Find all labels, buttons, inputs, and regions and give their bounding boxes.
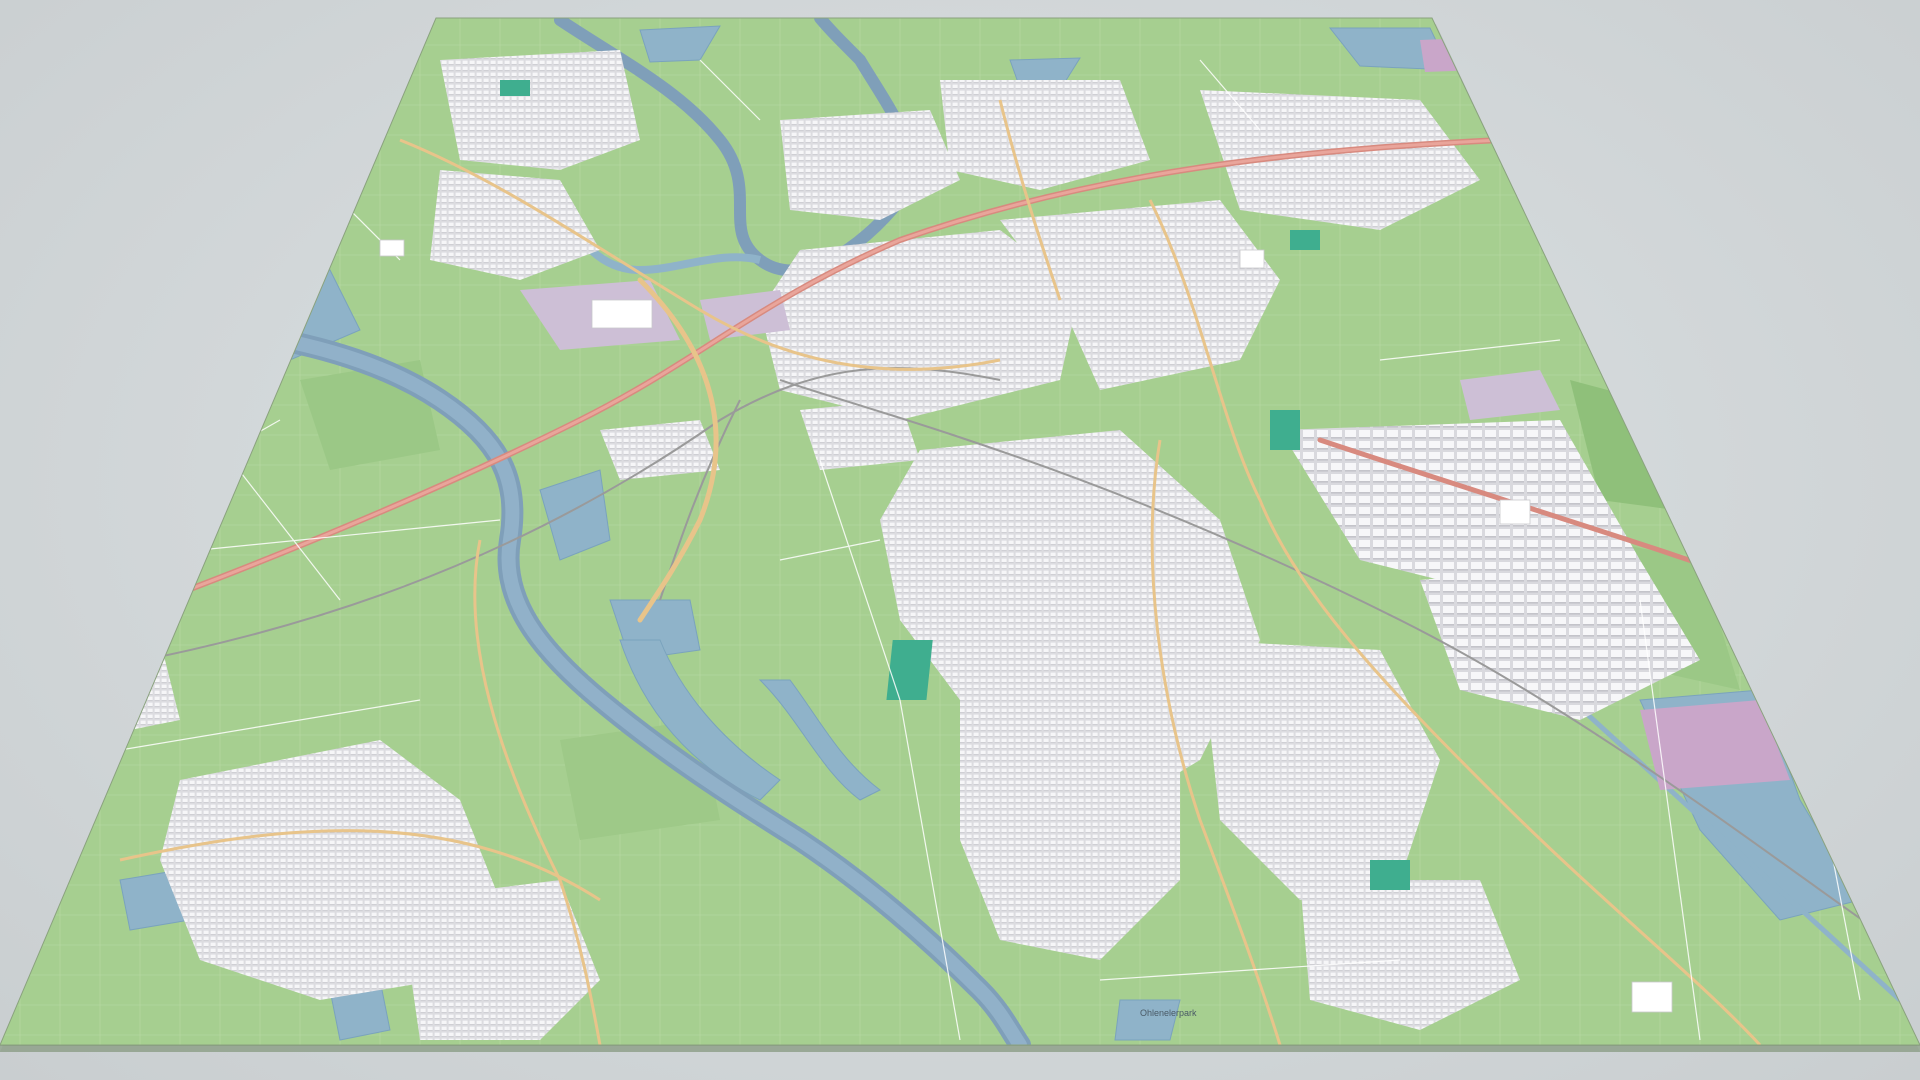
map-viewport[interactable]: Ohlenelerpark — [0, 0, 1920, 1080]
map-3d-tile[interactable]: Ohlenelerpark — [0, 0, 1920, 1080]
tile-side — [0, 1045, 1920, 1052]
park-label: Ohlenelerpark — [1140, 1008, 1197, 1018]
